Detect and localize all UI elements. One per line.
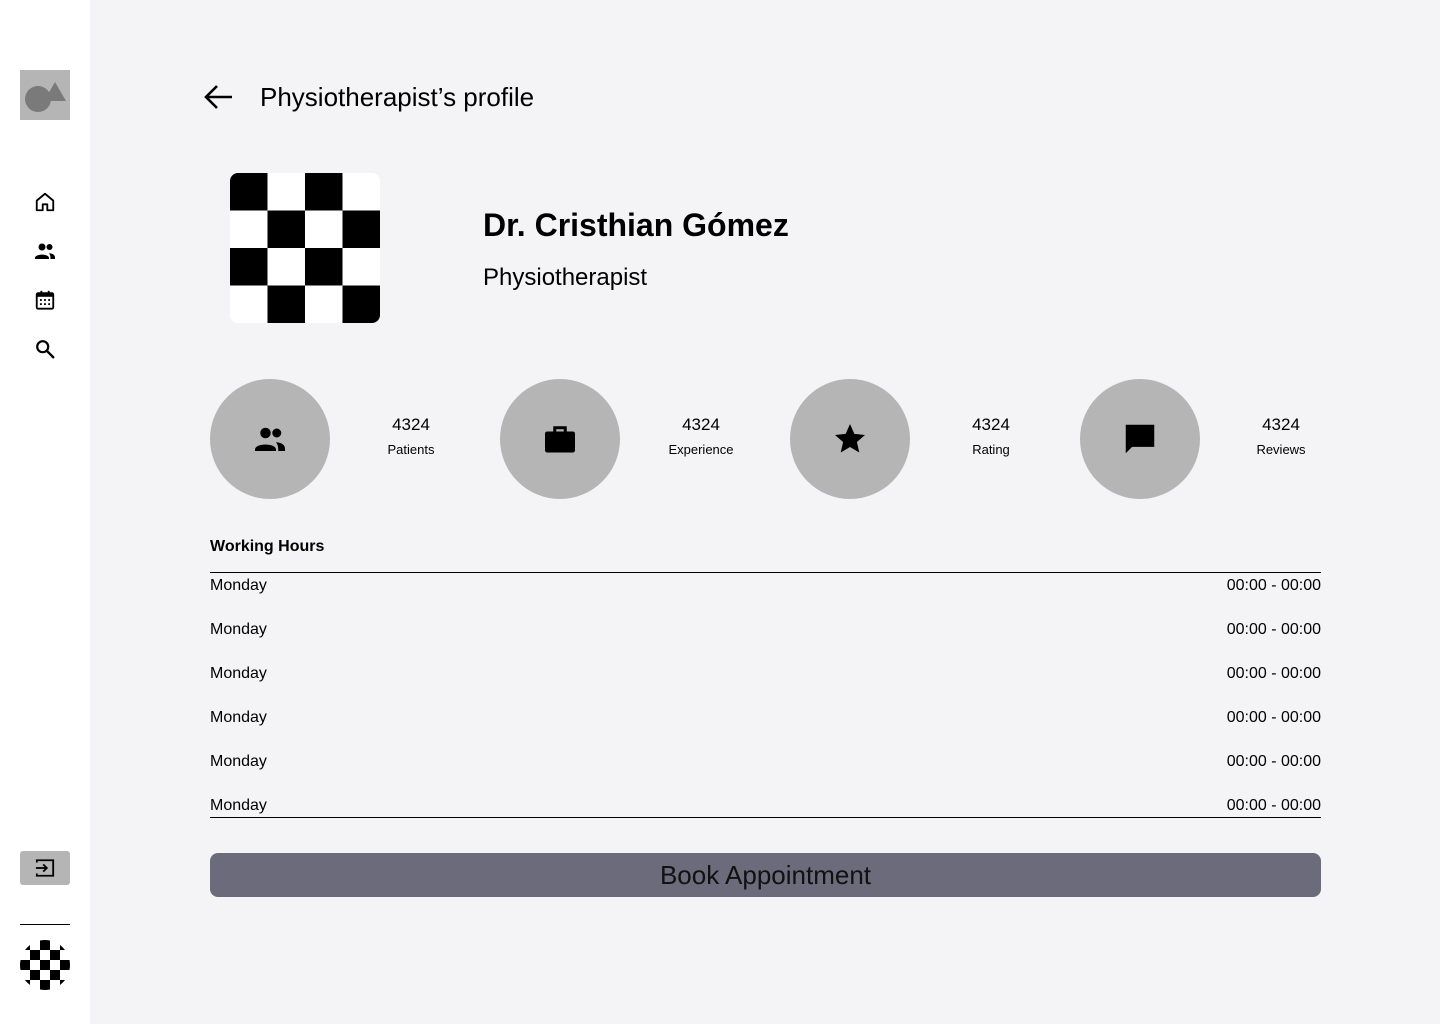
stat-value: 4324 — [682, 415, 720, 434]
working-hours-table: Monday 00:00 - 00:00 Monday 00:00 - 00:0… — [210, 572, 1321, 818]
sidebar-item-search[interactable] — [33, 337, 57, 361]
shapes-logo-icon — [25, 82, 66, 112]
hours-row: Monday 00:00 - 00:00 — [210, 795, 1321, 817]
hours-row: Monday 00:00 - 00:00 — [210, 619, 1321, 641]
stat-rating-badge — [790, 379, 910, 499]
doctor-name: Dr. Cristhian Gómez — [483, 207, 789, 243]
hours-day: Monday — [210, 665, 267, 682]
briefcase-icon — [545, 426, 575, 453]
logout-button[interactable] — [20, 851, 70, 885]
people-icon — [255, 427, 285, 451]
checker-avatar-image — [20, 940, 70, 990]
hours-day: Monday — [210, 797, 267, 814]
hours-time: 00:00 - 00:00 — [1226, 797, 1321, 814]
checker-photo-image — [230, 173, 380, 323]
stat-label: Rating — [972, 442, 1010, 457]
sidebar-item-people[interactable] — [33, 239, 57, 263]
doctor-role: Physiotherapist — [483, 264, 648, 291]
hours-time: 00:00 - 00:00 — [1226, 665, 1321, 682]
sidebar-item-calendar[interactable] — [33, 288, 57, 312]
hours-row: Monday 00:00 - 00:00 — [210, 707, 1321, 729]
stat-experience: 4324 Experience — [646, 414, 756, 459]
stat-label: Reviews — [1256, 442, 1306, 457]
stat-label: Patients — [387, 442, 435, 457]
stat-value: 4324 — [392, 415, 430, 434]
sidebar-divider — [20, 924, 70, 925]
chat-icon — [1125, 424, 1155, 454]
stat-reviews-badge — [1080, 379, 1200, 499]
hours-day: Monday — [210, 709, 267, 726]
stat-value: 4324 — [972, 415, 1010, 434]
hours-row: Monday 00:00 - 00:00 — [210, 751, 1321, 773]
hours-row: Monday 00:00 - 00:00 — [210, 663, 1321, 685]
stat-experience-badge — [500, 379, 620, 499]
stat-rating: 4324 Rating — [936, 414, 1046, 459]
book-appointment-button[interactable]: Book Appointment — [210, 853, 1321, 897]
working-hours-title: Working Hours — [210, 538, 325, 555]
search-icon — [36, 340, 55, 359]
hours-time: 00:00 - 00:00 — [1226, 709, 1321, 726]
hours-day: Monday — [210, 753, 267, 770]
sidebar-item-home[interactable] — [33, 190, 57, 214]
calendar-icon — [35, 290, 55, 310]
hours-time: 00:00 - 00:00 — [1226, 577, 1321, 594]
home-icon — [35, 192, 55, 212]
app-logo[interactable] — [20, 70, 70, 120]
stat-patients: 4324 Patients — [356, 414, 466, 459]
user-avatar[interactable] — [20, 940, 70, 990]
people-icon — [35, 243, 55, 259]
logout-icon — [35, 859, 55, 877]
star-icon — [835, 424, 865, 453]
page-title: Physiotherapist’s profile — [260, 82, 535, 112]
hours-row: Monday 00:00 - 00:00 — [210, 575, 1321, 597]
hours-time: 00:00 - 00:00 — [1226, 753, 1321, 770]
stat-reviews: 4324 Reviews — [1226, 414, 1336, 459]
hours-time: 00:00 - 00:00 — [1226, 621, 1321, 638]
stat-patients-badge — [210, 379, 330, 499]
arrow-left-icon — [204, 85, 232, 109]
hours-day: Monday — [210, 621, 267, 638]
stat-label: Experience — [668, 442, 734, 457]
hours-day: Monday — [210, 577, 267, 594]
stat-value: 4324 — [1262, 415, 1300, 434]
profile-photo — [230, 173, 380, 323]
back-button[interactable] — [200, 80, 236, 114]
sidebar — [0, 0, 90, 1024]
